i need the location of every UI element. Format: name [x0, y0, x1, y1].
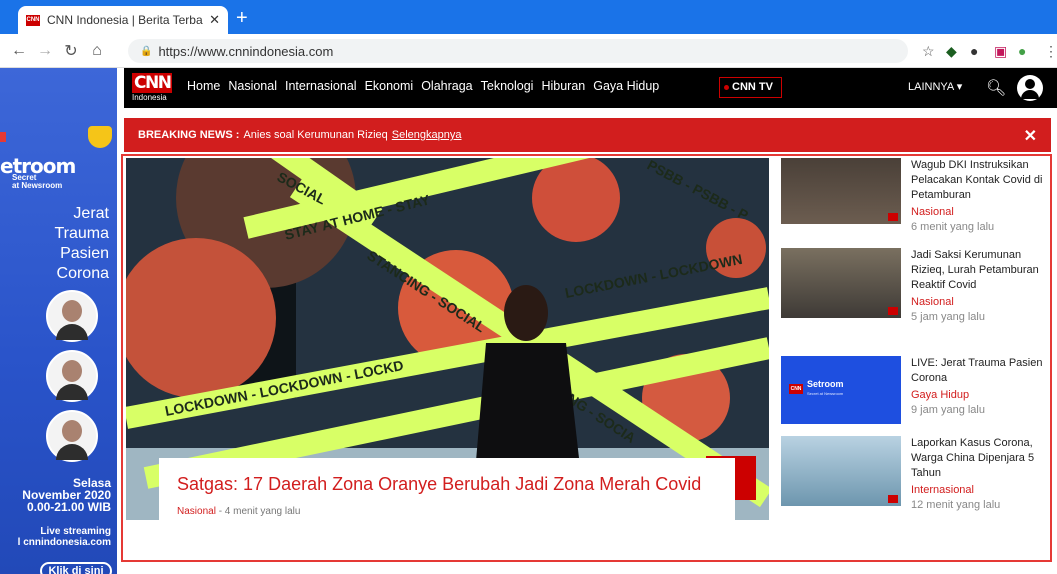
nav-item-internasional[interactable]: Internasional [285, 79, 357, 93]
avatar [46, 350, 98, 402]
breaking-news-bar: BREAKING NEWS : Anies soal Kerumunan Riz… [124, 118, 1051, 152]
hero-meta: Nasional - 4 menit yang lalu [177, 506, 717, 517]
home-icon[interactable]: ⌂ [84, 42, 110, 60]
breaking-label: BREAKING NEWS : [138, 129, 240, 141]
news-title[interactable]: Jadi Saksi Kerumunan Rizieq, Lurah Petam… [911, 249, 1039, 291]
user-avatar-icon[interactable] [1017, 75, 1043, 101]
thumb-brand: Setroom [807, 379, 844, 389]
forward-icon[interactable]: → [32, 42, 58, 60]
news-time: 9 jam yang lalu [911, 404, 985, 416]
news-category[interactable]: Internasional [911, 483, 1051, 498]
hero-time: - 4 menit yang lalu [218, 506, 301, 517]
side-ad-banner[interactable]: etroom Secret at Newsroom Jerat Trauma Pa… [0, 68, 117, 574]
hero-headline[interactable]: Satgas: 17 Daerah Zona Oranye Berubah Ja… [177, 472, 717, 497]
news-text: Jadi Saksi Kerumunan Rizieq, Lurah Petam… [911, 248, 1051, 325]
lock-icon: 🔒 [140, 45, 153, 57]
nav-item-teknologi[interactable]: Teknologi [481, 79, 534, 93]
news-thumbnail[interactable]: CNN Setroom Secret at Newsroom [781, 356, 901, 424]
extension-icon[interactable]: ● [1018, 43, 1026, 59]
hero-caption[interactable]: Satgas: 17 Daerah Zona Oranye Berubah Ja… [159, 458, 735, 558]
ad-cta-button[interactable]: Klik di sini [40, 562, 112, 574]
news-text: Wagub DKI Instruksikan Pelacakan Kontak … [911, 158, 1051, 235]
avatar [46, 290, 98, 342]
ad-headline: Jerat Trauma Pasien Corona [54, 205, 109, 282]
ad-accent [0, 132, 6, 142]
ad-logo-badge-icon [88, 126, 112, 148]
nav-menu: Home Nasional Internasional Ekonomi Olah… [187, 79, 659, 93]
thumb-sub: Secret at Newsroom [807, 391, 844, 396]
news-text: LIVE: Jerat Trauma Pasien Corona Gaya Hi… [911, 356, 1051, 418]
news-thumbnail[interactable] [781, 436, 901, 506]
extension-icon[interactable]: ● [970, 43, 978, 59]
back-icon[interactable]: ← [6, 42, 32, 60]
close-icon[interactable]: ✕ [1024, 126, 1037, 146]
news-title[interactable]: Laporkan Kasus Corona, Warga China Dipen… [911, 437, 1034, 479]
news-title[interactable]: Wagub DKI Instruksikan Pelacakan Kontak … [911, 159, 1042, 201]
ad-date: Selasa November 2020 0.00-21.00 WIB [22, 476, 111, 514]
news-thumbnail[interactable] [781, 248, 901, 318]
nav-item-gaya-hidup[interactable]: Gaya Hidup [593, 79, 659, 93]
news-text: Laporkan Kasus Corona, Warga China Dipen… [911, 436, 1051, 513]
tab-title: CNN Indonesia | Berita Terbaru, T [47, 13, 203, 27]
address-bar: ← → ↻ ⌂ 🔒 https://www.cnnindonesia.com ☆… [0, 34, 1057, 68]
news-thumbnail[interactable] [781, 158, 901, 224]
cnn-tv-button[interactable]: CNN TV [719, 77, 782, 98]
news-category[interactable]: Gaya Hidup [911, 388, 1051, 403]
nav-item-olahraga[interactable]: Olahraga [421, 79, 472, 93]
url-field[interactable]: 🔒 https://www.cnnindonesia.com [128, 39, 908, 63]
browser-tab[interactable]: CNN CNN Indonesia | Berita Terbaru, T ✕ [18, 6, 228, 34]
extension-icon[interactable]: ◆ [946, 43, 957, 60]
browser-tab-bar: CNN CNN Indonesia | Berita Terbaru, T ✕ … [0, 0, 1057, 34]
breaking-text: Anies soal Kerumunan Rizieq [243, 129, 388, 141]
url-text: https://www.cnnindonesia.com [158, 43, 334, 59]
star-icon[interactable]: ☆ [922, 43, 935, 60]
news-time: 5 jam yang lalu [911, 311, 985, 323]
nav-item-ekonomi[interactable]: Ekonomi [365, 79, 414, 93]
ad-brand-sub: Secret at Newsroom [12, 173, 63, 190]
reload-icon[interactable]: ↻ [58, 41, 84, 61]
site-nav: CNN Indonesia Home Nasional Internasiona… [124, 68, 1057, 108]
page-content: etroom Secret at Newsroom Jerat Trauma Pa… [0, 68, 1057, 574]
hero-category[interactable]: Nasional [177, 506, 216, 517]
news-category[interactable]: Nasional [911, 295, 1051, 310]
nav-item-hiburan[interactable]: Hiburan [541, 79, 585, 93]
news-time: 6 menit yang lalu [911, 221, 995, 233]
more-menu[interactable]: LAINNYA ▾ [908, 80, 962, 93]
cnn-badge-icon: CNN [789, 384, 803, 394]
extension-icon[interactable]: ▣ [994, 43, 1007, 60]
ad-live-text: Live streaming l cnnindonesia.com [17, 526, 111, 548]
news-time: 12 menit yang lalu [911, 499, 1001, 511]
search-icon[interactable]: 🔍︎ [986, 78, 1006, 98]
cnn-logo[interactable]: CNN Indonesia [132, 72, 174, 104]
headline-section: SOCIAL STAY AT HOME - STAY LOCKDOWN - LO… [121, 154, 1052, 562]
cnn-favicon-icon: CNN [26, 14, 40, 26]
breaking-link[interactable]: Selengkapnya [392, 129, 462, 141]
avatar [46, 410, 98, 462]
news-category[interactable]: Nasional [911, 205, 1051, 220]
news-title[interactable]: LIVE: Jerat Trauma Pasien Corona [911, 357, 1042, 384]
menu-icon[interactable]: ⋮ [1044, 43, 1057, 60]
nav-item-nasional[interactable]: Nasional [228, 79, 277, 93]
cnn-watermark-icon [888, 307, 898, 315]
cnn-watermark-icon [888, 495, 898, 503]
new-tab-icon[interactable]: + [236, 8, 248, 28]
cnn-watermark-icon [888, 213, 898, 221]
nav-item-home[interactable]: Home [187, 79, 220, 93]
close-tab-icon[interactable]: ✕ [209, 12, 220, 28]
